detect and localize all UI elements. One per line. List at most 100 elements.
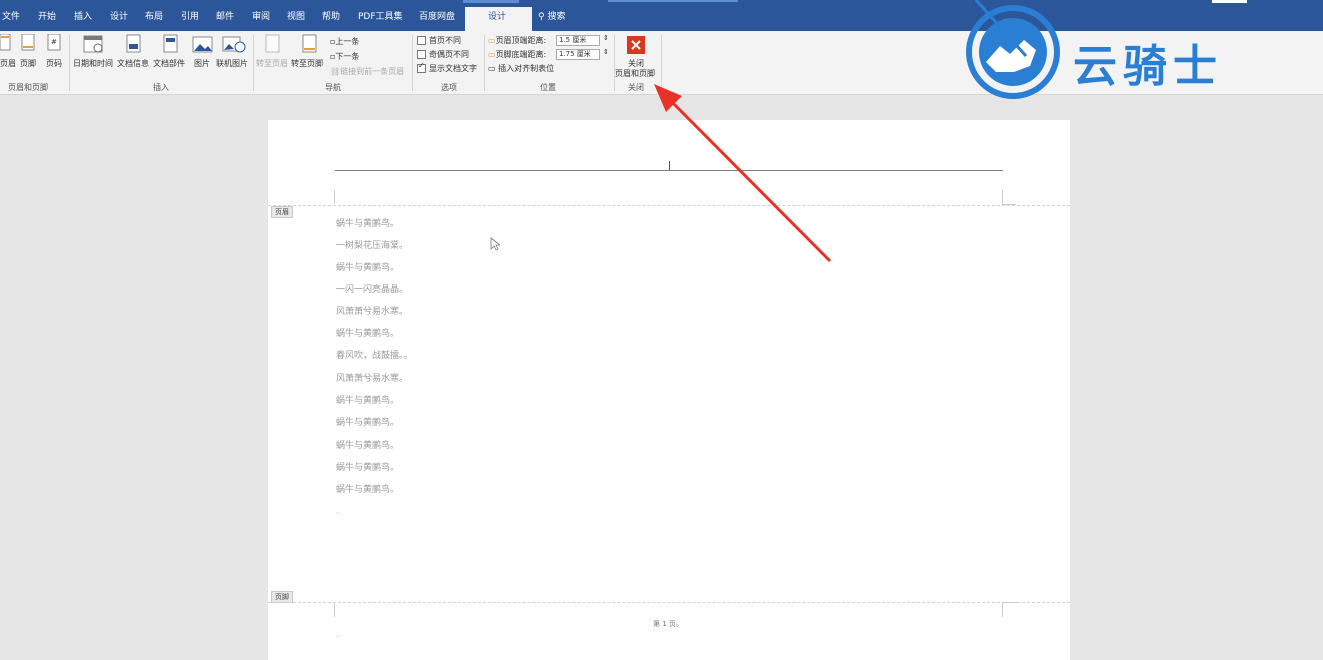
odd-even-different-checkbox[interactable] [417,50,426,59]
insert-alignment-tab-label: 插入对齐制表位 [498,64,555,73]
group-label-navigation: 导航 [325,83,341,92]
body-line: 一闪一闪亮晶晶。 [336,285,409,295]
body-line: 蜗牛与黄鹂鸟。 [336,219,400,229]
ribbon-separator [484,35,485,91]
goto-footer-icon [302,34,317,53]
alignment-tab-icon: ▭ [488,64,496,73]
page-number-icon: # [47,34,61,51]
online-picture-icon [222,36,246,53]
header-button[interactable]: 页眉 [0,58,16,69]
document-info-button[interactable]: 文档信息 [117,58,149,69]
show-document-text-label: 显示文档文字 [429,64,477,73]
ribbon-separator [614,35,615,91]
picture-button[interactable]: 图片 [194,58,210,69]
margin-corner-mark [334,603,335,617]
footer-icon [21,34,35,51]
search-box[interactable]: ⚲ 搜索 [538,9,565,22]
annotation-arrow-icon [654,84,832,263]
tab-baidu-netdisk[interactable]: 百度网盘 [419,9,455,22]
group-label-options: 选项 [441,83,457,92]
document-info-icon [126,34,141,53]
calendar-icon [83,35,103,53]
svg-text:#: # [51,38,57,46]
ribbon-separator [253,35,254,91]
group-label-header-footer: 页眉和页脚 [8,83,48,92]
tab-insert[interactable]: 插入 [74,9,92,22]
footer-distance-icon: ▭ [488,50,496,59]
margin-corner-mark [1002,603,1003,617]
goto-footer-button[interactable]: 转至页脚 [291,58,323,69]
footer-bottom-distance-input[interactable]: 1.75 厘米 [556,49,600,60]
header-distance-icon: ▭ [488,36,496,45]
first-page-different-label: 首页不同 [429,36,461,45]
mouse-pointer-icon [490,237,500,251]
menu-bar: 文件 开始 插入 设计 布局 引用 邮件 审阅 视图 帮助 PDF工具集 百度网… [0,0,1323,31]
tab-pdf-tools[interactable]: PDF工具集 [358,9,403,22]
paragraph-mark: . [336,506,339,516]
ribbon-separator [69,35,70,91]
header-icon [0,34,11,51]
link-icon: ⛓ [330,67,341,76]
body-line: 风萧萧兮易水寒。 [336,374,409,384]
close-icon[interactable] [627,36,645,54]
window-control[interactable] [1212,0,1247,3]
header-top-distance-input[interactable]: 1.5 厘米 [556,35,600,46]
first-page-different-checkbox[interactable] [417,36,426,45]
knight-logo-icon [966,0,1060,99]
tab-design[interactable]: 设计 [110,9,128,22]
body-line: 一树梨花压海棠。 [336,241,409,251]
watermark-logo-text: 云骑士 [1073,41,1223,92]
link-to-previous-label: 链接到前一条页眉 [340,67,405,76]
body-line: 蜗牛与黄鹂鸟。 [336,485,400,495]
document-parts-button[interactable]: 文档部件 [153,58,185,69]
tab-file[interactable]: 文件 [2,9,20,22]
margin-corner-mark [1002,602,1018,603]
tab-view[interactable]: 视图 [287,9,305,22]
lightbulb-icon: ⚲ [538,12,545,22]
tab-review[interactable]: 审阅 [252,9,270,22]
tab-mailings[interactable]: 邮件 [216,9,234,22]
show-document-text-checkbox[interactable] [417,61,426,73]
insert-alignment-tab-button[interactable]: ▭ 插入对齐制表位 [488,63,554,74]
next-label: 下一条 [335,52,360,61]
tab-hf-design[interactable]: 设计 [488,9,506,22]
online-picture-button[interactable]: 联机图片 [216,58,248,69]
title-accent [463,0,519,3]
group-label-position: 位置 [540,83,556,92]
title-accent-filename [608,0,738,2]
body-line: 蜗牛与黄鹂鸟。 [336,396,400,406]
goto-header-button[interactable]: 转至页眉 [256,58,288,69]
body-line: 蜗牛与黄鹂鸟。 [336,418,400,428]
footer-distance-text: 页脚底端距离: [495,50,547,59]
header-tag: 页眉 [271,206,293,218]
header-distance-spinner-icon[interactable]: ⇕ [603,34,609,42]
footer-distance-spinner-icon[interactable]: ⇕ [603,48,609,56]
link-to-previous-button[interactable]: ⛓链接到前一条页眉 [330,66,404,77]
date-time-button[interactable]: 日期和时间 [73,58,113,69]
margin-corner-mark [334,190,335,204]
tab-home[interactable]: 开始 [38,9,56,22]
ribbon-separator [412,35,413,91]
footer-boundary [268,602,1070,603]
footer-bottom-distance-label: ▭页脚底端距离: [488,49,546,60]
odd-even-different-label: 奇偶页不同 [429,50,469,59]
tab-layout[interactable]: 布局 [145,9,163,22]
footer-page-number: 第 1 页。 [653,620,683,628]
next-button[interactable]: ▫下一条 [330,51,359,62]
body-line: 风萧萧兮易水寒。 [336,307,409,317]
body-line: 蜗牛与黄鹂鸟。 [336,263,400,273]
page-number-button[interactable]: 页码 [46,58,62,69]
header-distance-text: 页眉顶端距离: [495,36,547,45]
body-line: 蜗牛与黄鹂鸟。 [336,463,400,473]
previous-button[interactable]: ▫上一条 [330,36,359,47]
previous-label: 上一条 [335,37,360,46]
document-parts-icon [163,34,178,53]
margin-corner-mark [1002,190,1003,204]
footer-button[interactable]: 页脚 [20,58,36,69]
goto-header-icon [265,34,280,53]
body-line: 春风吹，战鼓擂。。 [336,351,413,361]
tab-help[interactable]: 帮助 [322,9,340,22]
picture-icon [192,36,213,53]
tab-references[interactable]: 引用 [181,9,199,22]
header-top-distance-label: ▭页眉顶端距离: [488,35,546,46]
